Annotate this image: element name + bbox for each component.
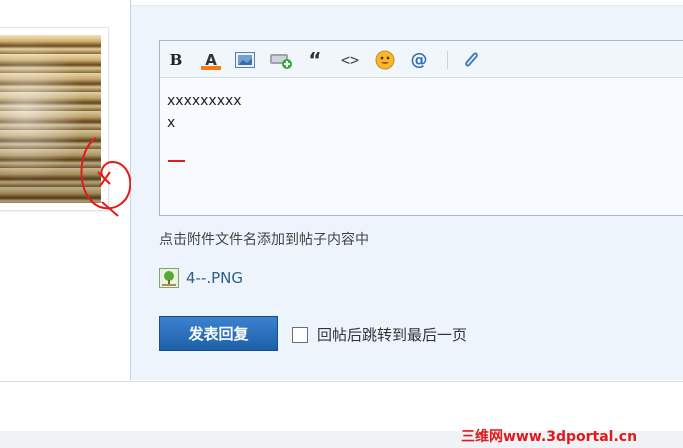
attach-image-icon[interactable]: [268, 50, 294, 70]
attachment-hint: 点击附件文件名添加到帖子内容中: [159, 232, 369, 248]
image-file-icon: [159, 268, 179, 288]
bottom-divider: [0, 381, 683, 382]
editor-line: x: [167, 115, 176, 131]
image-icon[interactable]: [234, 50, 256, 70]
editor-toolbar: B A “ <> @: [160, 41, 683, 78]
red-mark: [168, 160, 185, 162]
jump-to-last-page-checkbox[interactable]: [292, 326, 308, 343]
red-handwritten-annotation: [80, 137, 132, 217]
reply-editor[interactable]: B A “ <> @ xxxxxxxxx x: [159, 40, 683, 216]
attachment-item[interactable]: 4--.PNG: [159, 268, 243, 288]
jump-to-last-page-option[interactable]: 回帖后跳转到最后一页: [292, 324, 467, 345]
jump-to-last-page-label: 回帖后跳转到最后一页: [317, 326, 468, 344]
attachment-clip-icon[interactable]: [460, 50, 482, 70]
editor-line: xxxxxxxxx: [167, 93, 242, 109]
submit-reply-button[interactable]: 发表回复: [159, 316, 278, 351]
toolbar-separator: [446, 50, 448, 70]
mention-icon[interactable]: @: [408, 50, 430, 70]
attachment-filename-link[interactable]: 4--.PNG: [186, 269, 243, 287]
editor-content[interactable]: xxxxxxxxx x: [167, 90, 242, 134]
site-watermark: 三维网www.3dportal.cn: [461, 429, 638, 445]
code-icon[interactable]: <>: [338, 50, 362, 70]
font-color-icon[interactable]: A: [200, 50, 222, 70]
emoji-icon[interactable]: [374, 50, 396, 70]
bold-icon[interactable]: B: [166, 50, 186, 70]
quote-icon[interactable]: “: [306, 50, 324, 70]
